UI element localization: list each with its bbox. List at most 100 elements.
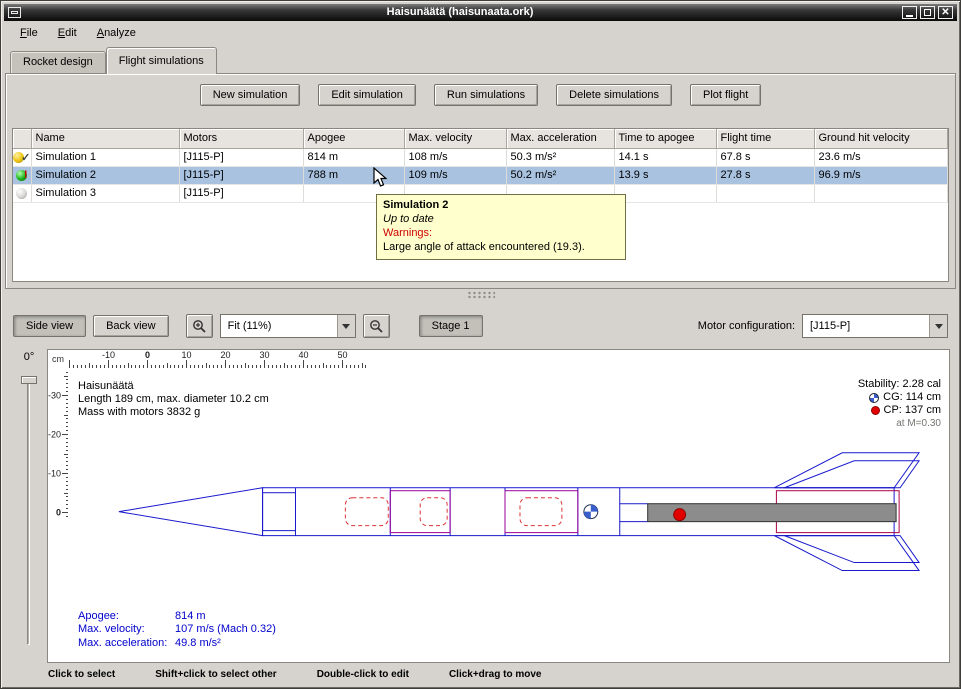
svg-text:-10: -10 bbox=[48, 469, 61, 479]
svg-text:40: 40 bbox=[298, 350, 308, 360]
table-row[interactable]: !Simulation 2[J115-P]788 m109 m/s50.2 m/… bbox=[13, 166, 948, 184]
rocket-canvas-frame: cm -1001020304050 -30-20-100 bbox=[47, 349, 950, 663]
delete-simulations-button[interactable]: Delete simulations bbox=[556, 84, 672, 106]
svg-text:30: 30 bbox=[259, 350, 269, 360]
cell-motors: [J115-P] bbox=[179, 184, 303, 202]
cell-motors: [J115-P] bbox=[179, 148, 303, 166]
plot-flight-button[interactable]: Plot flight bbox=[690, 84, 761, 106]
column-header-time-to-apogee[interactable]: Time to apogee bbox=[614, 129, 716, 148]
status-cell: ✓ bbox=[13, 148, 31, 166]
new-simulation-button[interactable]: New simulation bbox=[200, 84, 301, 106]
gray-status-icon bbox=[16, 188, 27, 199]
column-header-ground-hit-velocity[interactable]: Ground hit velocity bbox=[814, 129, 948, 148]
column-header-motors[interactable]: Motors bbox=[179, 129, 303, 148]
magnifier-plus-icon bbox=[192, 319, 207, 334]
rocket-name: Haisunäätä bbox=[78, 380, 269, 393]
cell-max-velocity: 108 m/s bbox=[404, 148, 506, 166]
column-header-status[interactable] bbox=[13, 129, 31, 148]
rocket-canvas[interactable]: Haisunäätä Length 189 cm, max. diameter … bbox=[68, 368, 949, 662]
streamer bbox=[420, 498, 447, 526]
side-view-button[interactable]: Side view bbox=[13, 315, 86, 337]
cell-ground-hit-velocity bbox=[814, 184, 948, 202]
flight-stats-block: Apogee:814 mMax. velocity:107 m/s (Mach … bbox=[78, 610, 276, 651]
svg-text:-20: -20 bbox=[48, 430, 61, 440]
zoom-out-button[interactable] bbox=[363, 314, 390, 338]
column-header-max-acceleration[interactable]: Max. acceleration bbox=[506, 129, 614, 148]
close-button[interactable]: ✕ bbox=[938, 6, 953, 19]
vertical-ruler: -30-20-100 bbox=[48, 368, 68, 518]
stage-1-toggle[interactable]: Stage 1 bbox=[419, 315, 483, 337]
column-header-apogee[interactable]: Apogee bbox=[303, 129, 404, 148]
mouse-cursor-icon bbox=[373, 167, 387, 188]
simulation-tooltip: Simulation 2 Up to date Warnings: Large … bbox=[376, 194, 626, 260]
svg-text:-10: -10 bbox=[102, 350, 115, 360]
rotation-gutter: 0° bbox=[11, 349, 47, 663]
warning-icon: ! bbox=[24, 169, 28, 181]
window-menu-icon[interactable] bbox=[8, 7, 21, 18]
back-view-button[interactable]: Back view bbox=[93, 315, 169, 337]
titlebar[interactable]: Haisunäätä (haisunaata.ork) ✕ bbox=[4, 4, 957, 21]
mach-note: at M=0.30 bbox=[896, 417, 941, 430]
cg-value: CG: 114 cm bbox=[883, 391, 941, 404]
cell-motors: [J115-P] bbox=[179, 166, 303, 184]
flight-stat: Apogee:814 m bbox=[78, 610, 276, 624]
column-header-flight-time[interactable]: Flight time bbox=[716, 129, 814, 148]
chevron-down-icon[interactable] bbox=[337, 315, 355, 337]
rocket-info-block: Haisunäätä Length 189 cm, max. diameter … bbox=[78, 380, 269, 419]
fin-top bbox=[774, 453, 919, 488]
cell-flight-time: 27.8 s bbox=[716, 166, 814, 184]
flight-stat: Max. velocity:107 m/s (Mach 0.32) bbox=[78, 623, 276, 637]
hint-click-to-select: Click to select bbox=[48, 669, 115, 680]
menu-analyze[interactable]: Analyze bbox=[88, 24, 145, 42]
svg-text:10: 10 bbox=[181, 350, 191, 360]
chevron-down-icon[interactable] bbox=[929, 315, 947, 337]
parachute bbox=[345, 498, 388, 526]
cg-marker-icon bbox=[584, 505, 598, 519]
table-row[interactable]: ✓Simulation 1[J115-P]814 m108 m/s50.3 m/… bbox=[13, 148, 948, 166]
tooltip-warnings-label: Warnings: bbox=[383, 226, 619, 240]
rotation-slider-handle[interactable] bbox=[21, 376, 37, 384]
cg-icon bbox=[869, 393, 879, 403]
menu-bar: FileEditAnalyze bbox=[4, 21, 957, 44]
zoom-select[interactable]: Fit (11%) bbox=[220, 314, 356, 338]
hint-click-drag-to-move: Click+drag to move bbox=[449, 669, 542, 680]
split-divider[interactable] bbox=[5, 289, 956, 301]
simulation-toolbar: New simulation Edit simulation Run simulat… bbox=[6, 84, 955, 106]
cell-max-acceleration: 50.2 m/s² bbox=[506, 166, 614, 184]
cell-time-to-apogee bbox=[614, 184, 716, 202]
zoom-select-value: Fit (11%) bbox=[221, 315, 337, 337]
window-title: Haisunäätä (haisunaata.ork) bbox=[21, 5, 899, 20]
tab-strip: Rocket designFlight simulations bbox=[10, 47, 217, 74]
rotation-slider[interactable] bbox=[27, 381, 30, 645]
cell-time-to-apogee: 13.9 s bbox=[614, 166, 716, 184]
maximize-button[interactable] bbox=[920, 6, 935, 19]
tab-rocket-design[interactable]: Rocket design bbox=[10, 51, 106, 73]
menu-edit[interactable]: Edit bbox=[49, 24, 86, 42]
cp-value: CP: 137 cm bbox=[884, 404, 941, 417]
motor-configuration-label: Motor configuration: bbox=[698, 320, 795, 332]
edit-simulation-button[interactable]: Edit simulation bbox=[318, 84, 416, 106]
cell-apogee: 788 m bbox=[303, 166, 404, 184]
zoom-in-button[interactable] bbox=[186, 314, 213, 338]
inner-tube bbox=[505, 491, 578, 533]
nose-cone bbox=[119, 488, 263, 536]
motor-configuration-select[interactable]: [J115-P] bbox=[802, 314, 948, 338]
cell-name: Simulation 2 bbox=[31, 166, 179, 184]
run-simulations-button[interactable]: Run simulations bbox=[434, 84, 538, 106]
cell-ground-hit-velocity: 23.6 m/s bbox=[814, 148, 948, 166]
column-header-max-velocity[interactable]: Max. velocity bbox=[404, 129, 506, 148]
stability-block: Stability: 2.28 cal CG: 114 cm CP: 137 c… bbox=[858, 378, 941, 430]
cell-name: Simulation 3 bbox=[31, 184, 179, 202]
menu-file[interactable]: File bbox=[11, 24, 47, 42]
tooltip-status: Up to date bbox=[383, 212, 619, 226]
cell-name: Simulation 1 bbox=[31, 148, 179, 166]
check-icon: ✓ bbox=[21, 152, 30, 164]
motor-configuration-value: [J115-P] bbox=[803, 315, 929, 337]
fin-bottom bbox=[774, 536, 919, 571]
column-header-name[interactable]: Name bbox=[31, 129, 179, 148]
hint-shift-click-to-select-other: Shift+click to select other bbox=[155, 669, 276, 680]
tab-flight-simulations[interactable]: Flight simulations bbox=[106, 47, 217, 74]
magnifier-minus-icon bbox=[369, 319, 384, 334]
cell-apogee: 814 m bbox=[303, 148, 404, 166]
minimize-button[interactable] bbox=[902, 6, 917, 19]
